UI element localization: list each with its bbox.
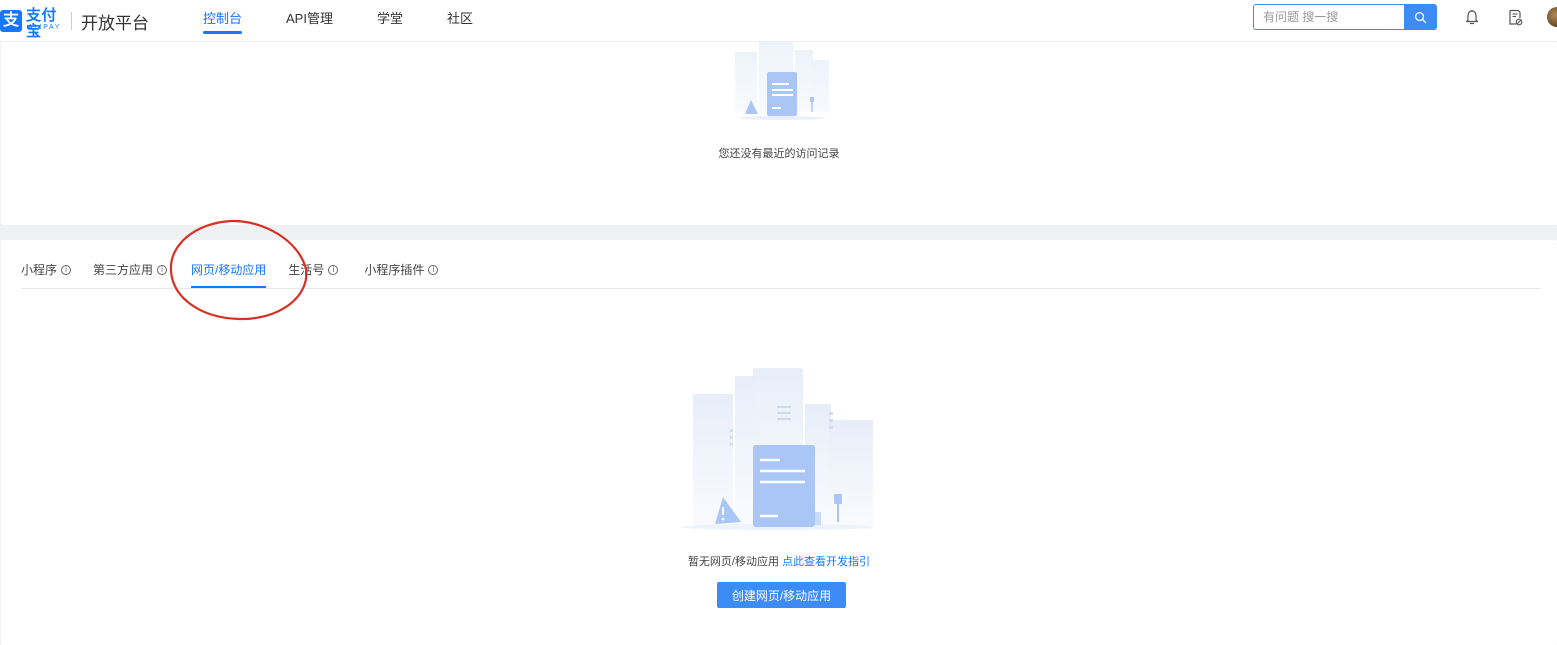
empty-state-illustration xyxy=(681,368,873,530)
task-document-button[interactable] xyxy=(1505,7,1525,27)
tabs-divider xyxy=(21,288,1541,289)
empty-state-illustration xyxy=(735,42,829,120)
info-icon[interactable]: i xyxy=(61,265,72,275)
user-avatar[interactable] xyxy=(1547,7,1557,27)
search-button[interactable] xyxy=(1404,4,1437,30)
tab-third-party-app-label: 第三方应用 xyxy=(93,263,154,277)
alipay-logo-text: 支付宝 ALIPAY xyxy=(26,8,68,40)
bell-icon xyxy=(1465,9,1479,24)
tab-mini-program-label: 小程序 xyxy=(21,263,58,277)
search-box xyxy=(1253,4,1437,30)
app-type-tabs: 小程序 i 第三方应用 i 网页/移动应用 生活号 i 小程序插件 i xyxy=(21,240,460,288)
dev-guide-link[interactable]: 点此查看开发指引 xyxy=(782,556,870,568)
nav-item-api-management[interactable]: API管理 xyxy=(286,0,333,42)
search-icon xyxy=(1415,11,1427,23)
tab-web-mobile-app[interactable]: 网页/移动应用 xyxy=(191,240,267,288)
info-icon[interactable]: i xyxy=(428,265,439,275)
apps-card: 小程序 i 第三方应用 i 网页/移动应用 生活号 i 小程序插件 i 暂无网页… xyxy=(1,240,1557,645)
tab-third-party-app[interactable]: 第三方应用 i xyxy=(93,240,168,288)
nav-item-console[interactable]: 控制台 xyxy=(203,0,243,42)
nav-item-academy[interactable]: 学堂 xyxy=(377,0,403,42)
tab-web-mobile-app-label: 网页/移动应用 xyxy=(191,263,267,277)
nav-item-community[interactable]: 社区 xyxy=(447,0,473,42)
tab-mini-program-plugin[interactable]: 小程序插件 i xyxy=(364,240,439,288)
info-icon[interactable]: i xyxy=(157,265,168,275)
recent-empty-text: 您还没有最近的访问记录 xyxy=(718,148,840,160)
alipay-logo[interactable]: 支 支付宝 ALIPAY 开放平台 xyxy=(0,8,149,40)
empty-message: 暂无网页/移动应用 xyxy=(687,556,779,568)
alipay-logo-mark: 支 xyxy=(0,10,22,32)
create-web-mobile-app-button[interactable]: 创建网页/移动应用 xyxy=(717,582,846,608)
tab-life-account-label: 生活号 xyxy=(288,263,325,277)
alipay-logo-en: ALIPAY xyxy=(28,24,62,31)
top-navigation-bar: 支 支付宝 ALIPAY 开放平台 控制台 API管理 学堂 社区 xyxy=(0,0,1557,42)
logo-divider xyxy=(71,12,72,30)
recent-visits-card: 您还没有最近的访问记录 xyxy=(1,42,1557,225)
search-input[interactable] xyxy=(1253,4,1404,30)
notification-button[interactable] xyxy=(1462,7,1482,27)
info-icon[interactable]: i xyxy=(328,265,339,275)
tab-life-account[interactable]: 生活号 i xyxy=(288,240,339,288)
tab-mini-program[interactable]: 小程序 i xyxy=(21,240,72,288)
task-document-icon xyxy=(1509,9,1523,25)
tab-mini-program-plugin-label: 小程序插件 xyxy=(364,263,425,277)
apps-empty-text: 暂无网页/移动应用 点此查看开发指引 xyxy=(1,553,1557,569)
main-nav: 控制台 API管理 学堂 社区 xyxy=(203,0,517,42)
platform-title: 开放平台 xyxy=(81,13,149,33)
